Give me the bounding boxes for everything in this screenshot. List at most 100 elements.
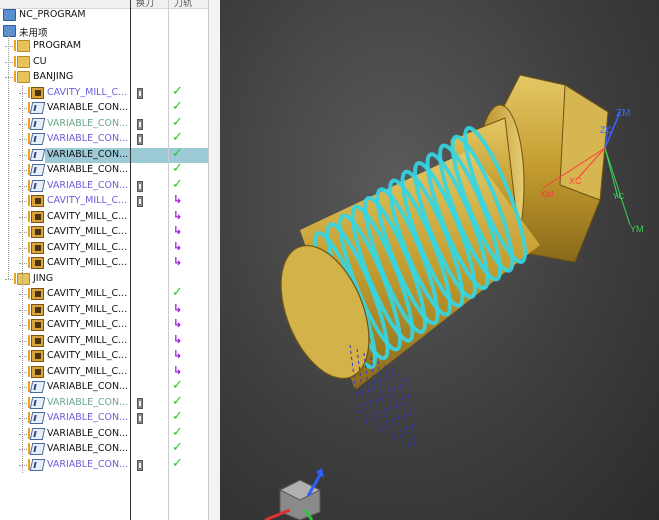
tree-guide <box>19 123 27 125</box>
tree-item-label: CU <box>33 55 47 67</box>
ym-axis <box>604 147 631 226</box>
tool-change-icon <box>137 397 143 409</box>
tree-item-label: CAVITY_MILL_C... <box>47 365 128 377</box>
program-group-icon <box>3 9 16 21</box>
tree-operation-row[interactable]: CAVITY_MILL_C... ↳ <box>0 209 208 225</box>
warning-icon <box>14 40 16 51</box>
operation-icon <box>31 288 44 300</box>
toolpath-ok-icon: ✓ <box>172 440 183 455</box>
toolpath-ok-icon: ✓ <box>172 114 183 130</box>
column-divider <box>168 0 169 520</box>
tree-guide <box>19 402 27 404</box>
toolpath-regenerate-icon: ↳ <box>173 363 183 377</box>
tree-item-label: BANJING <box>33 71 74 82</box>
tool-change-icon <box>137 459 143 471</box>
toolpath-regenerate-icon: ↳ <box>173 332 183 346</box>
operation-icon <box>29 381 46 393</box>
tree-group-row[interactable]: CU <box>0 55 208 70</box>
warning-icon <box>28 86 30 98</box>
tree-item-label: NC_PROGRAM <box>19 9 86 20</box>
tree-guide <box>5 61 13 63</box>
tree-operation-row[interactable]: CAVITY_MILL_C... ↳ <box>0 224 208 240</box>
operation-icon <box>29 164 46 176</box>
tree-group-row[interactable]: 未用项 <box>0 24 208 39</box>
tool-change-icon <box>137 118 143 130</box>
tree-operation-row[interactable]: CAVITY_MILL_C... ↳ <box>0 317 208 333</box>
operation-icon <box>31 365 44 378</box>
program-group-icon <box>17 40 30 52</box>
tree-group-row[interactable]: PROGRAM <box>0 39 208 54</box>
toolpath-ok-icon: ✓ <box>172 161 183 176</box>
tree-item-label: VARIABLE_CON... <box>47 164 129 175</box>
toolpath-ok-icon: ✓ <box>172 393 183 409</box>
tree-item-label: JING <box>33 272 54 284</box>
tree-guide <box>19 356 27 357</box>
tree-guide <box>19 340 27 342</box>
operation-icon <box>31 86 44 99</box>
toolpath-ok-icon: ✓ <box>172 130 183 145</box>
axis-label-zm: ZM <box>616 108 630 119</box>
tool-change-icon <box>137 134 143 145</box>
operation-icon <box>31 257 44 269</box>
tree-group-row[interactable]: NC_PROGRAM <box>0 8 208 23</box>
tree-guide <box>19 201 27 202</box>
axis-label-xm: XM <box>540 189 554 199</box>
tree-operation-row[interactable]: VARIABLE_CON... ✓ <box>0 456 208 473</box>
tree-item-label: VARIABLE_CON... <box>47 102 129 113</box>
tree-item-label: CAVITY_MILL_C... <box>47 210 128 222</box>
tree-item-label: CAVITY_MILL_C... <box>47 195 128 206</box>
graphics-viewport[interactable]: ZM ZC XM XC YC YM <box>220 0 659 520</box>
tree-guide <box>19 294 27 295</box>
tree-operation-row[interactable]: VARIABLE_CON... ✓ <box>0 177 208 194</box>
tree-guide <box>19 154 27 156</box>
operation-icon <box>31 195 44 207</box>
toolpath-ok-icon: ✓ <box>172 409 183 424</box>
program-group-icon <box>17 272 30 285</box>
tree-operation-row[interactable]: CAVITY_MILL_C... ↳ <box>0 193 208 209</box>
axis-label-zc: ZC <box>600 125 612 135</box>
tree-guide <box>19 139 27 140</box>
operation-icon <box>29 148 46 161</box>
tree-guide <box>19 92 27 94</box>
tree-guide <box>19 418 27 419</box>
toolpath-regenerate-icon: ↳ <box>173 317 183 330</box>
warning-icon <box>28 241 30 253</box>
tree-guide <box>19 247 27 249</box>
toolpath-ok-icon: ✓ <box>172 83 183 99</box>
operation-navigator: 换刀 刀轨 NC_PROGRAM 未用项 PROGRAM CU BANJING CAVIT… <box>0 0 208 520</box>
tree-item-label: CAVITY_MILL_C... <box>47 257 128 268</box>
tree-operation-row[interactable]: CAVITY_MILL_C... ↳ <box>0 332 208 349</box>
tree-guide <box>8 31 9 280</box>
tree-guide <box>5 46 13 47</box>
tree-item-label: PROGRAM <box>33 40 82 51</box>
tool-change-icon <box>137 87 143 99</box>
tree-guide <box>19 185 27 187</box>
tree-guide <box>19 108 27 109</box>
toolpath-regenerate-icon: ↳ <box>173 301 183 315</box>
tree-operation-row[interactable]: CAVITY_MILL_C... ↳ <box>0 348 208 364</box>
tree-guide <box>19 387 27 388</box>
tree-operation-row[interactable]: CAVITY_MILL_C... ↳ <box>0 255 208 271</box>
axis-label-xc: XC <box>569 176 582 186</box>
operation-icon <box>31 241 44 254</box>
tree-guide <box>19 371 27 373</box>
warning-icon <box>14 71 16 82</box>
tree-operation-row[interactable]: CAVITY_MILL_C... ↳ <box>0 240 208 256</box>
operation-icon <box>29 133 46 145</box>
operation-icon <box>29 458 46 471</box>
axis-label-yc: YC <box>613 192 624 201</box>
tree-item-label: CAVITY_MILL_C... <box>47 241 128 253</box>
tree-item-label: VARIABLE_CON... <box>47 427 129 439</box>
operation-icon <box>31 334 44 347</box>
operation-icon <box>31 350 44 362</box>
tree-item-label: VARIABLE_CON... <box>47 133 129 144</box>
model-view[interactable]: ZM ZC XM XC YC YM <box>220 0 659 520</box>
tree-item-label: CAVITY_MILL_C... <box>47 319 128 330</box>
view-triad-icon[interactable] <box>264 468 324 520</box>
tree-operation-row[interactable]: CAVITY_MILL_C... ✓ <box>0 285 208 302</box>
tree-item-label: VARIABLE_CON... <box>47 179 129 191</box>
tree-operation-row[interactable]: CAVITY_MILL_C... ↳ <box>0 301 208 318</box>
operation-icon <box>29 427 46 440</box>
warning-icon <box>28 365 30 377</box>
tree-item-label: CAVITY_MILL_C... <box>47 288 128 299</box>
